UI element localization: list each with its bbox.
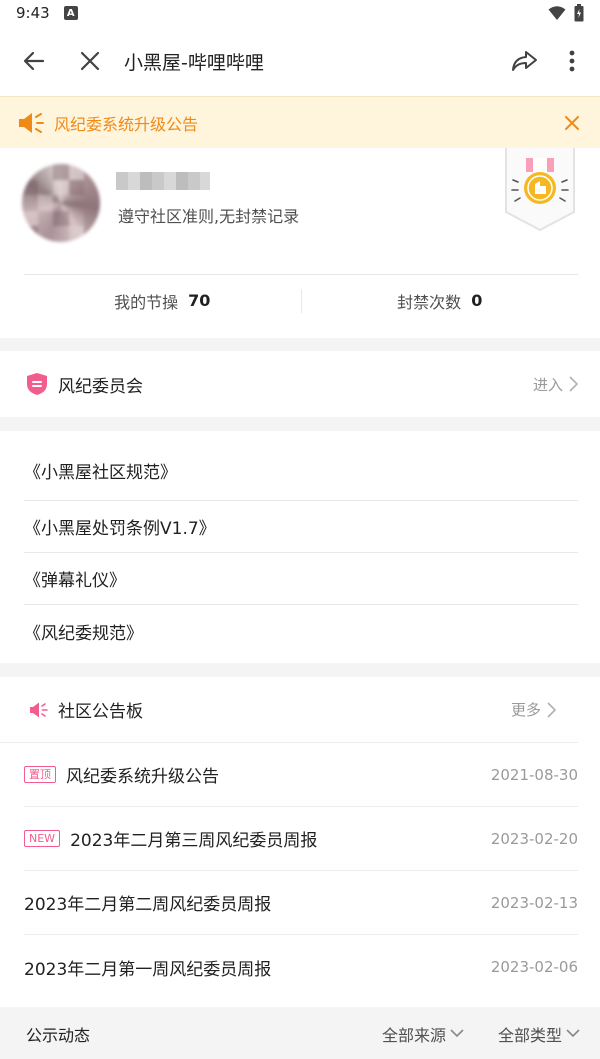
board-list: 置顶 风纪委系统升级公告 2021-08-30 NEW 2023年二月第三周风纪…	[0, 743, 600, 999]
status-icons	[548, 4, 584, 22]
committee-label: 风纪委员会	[58, 376, 143, 397]
announcement-date: 2023-02-06	[490, 958, 578, 976]
announcement-date: 2023-02-13	[490, 893, 578, 912]
pinned-tag: 置顶	[24, 766, 56, 783]
chevron-right-icon	[569, 376, 578, 392]
shield-icon	[27, 373, 47, 395]
notification-icon: A	[63, 6, 78, 20]
announcement-title: 2023年二月第三周风纪委员周报	[70, 831, 318, 851]
rule-item[interactable]: 《弹幕礼仪》	[24, 553, 578, 605]
type-filter-dropdown[interactable]: 全部类型	[498, 1022, 580, 1046]
announcement-item[interactable]: 2023年二月第二周风纪委员周报 2023-02-13	[24, 871, 578, 935]
announcement-date: 2021-08-30	[490, 765, 578, 784]
profile-status-text: 遵守社区准则,无封禁记录	[118, 207, 300, 226]
announcement-item[interactable]: 2023年二月第一周风纪委员周报 2023-02-06	[24, 935, 578, 999]
filter-bar: 公示动态 全部来源 全部类型	[0, 1008, 600, 1059]
close-icon	[80, 51, 100, 71]
more-label: 更多	[510, 701, 541, 719]
stats-row: 我的节操 70 封禁次数 0	[24, 274, 578, 326]
more-link[interactable]: 更多	[511, 699, 556, 720]
close-button[interactable]	[66, 37, 114, 85]
notice-close-button[interactable]	[558, 109, 586, 137]
community-board: 社区公告板 更多 置顶 风纪委系统升级公告 2021-08-30 NEW 202…	[0, 677, 600, 1007]
top-app-bar: 小黑屋-哔哩哔哩	[0, 26, 600, 96]
enter-label: 进入	[532, 375, 563, 394]
avatar[interactable]	[22, 164, 100, 242]
ban-count-stat: 封禁次数 0	[302, 289, 579, 313]
back-button[interactable]	[10, 37, 58, 85]
more-options-button[interactable]	[548, 37, 596, 85]
board-header: 社区公告板 更多	[0, 677, 578, 743]
source-filter-dropdown[interactable]: 全部来源	[382, 1022, 464, 1046]
wifi-icon	[548, 6, 566, 20]
source-filter-label: 全部来源	[381, 1025, 446, 1045]
notice-banner[interactable]: 风纪委系统升级公告	[0, 96, 600, 148]
chevron-down-icon	[566, 1029, 580, 1038]
integrity-value: 70	[188, 291, 211, 310]
status-bar: 9:43 A	[0, 0, 600, 26]
share-icon	[512, 51, 537, 71]
profile-card: 遵守社区准则,无封禁记录 我的节操 70 封禁次数 0	[0, 148, 600, 338]
megaphone-icon	[19, 112, 44, 133]
status-time: 9:43	[16, 4, 50, 22]
committee-entry[interactable]: 风纪委员会 进入	[0, 351, 600, 417]
battery-icon	[574, 4, 584, 22]
announcement-title: 2023年二月第二周风纪委员周报	[24, 895, 272, 915]
announcement-date: 2023-02-20	[490, 829, 578, 848]
announcement-title: 风纪委系统升级公告	[66, 767, 219, 787]
rule-item[interactable]: 《小黑屋社区规范》	[24, 431, 578, 501]
announcement-item[interactable]: NEW 2023年二月第三周风纪委员周报 2023-02-20	[24, 807, 578, 871]
integrity-label: 我的节操	[114, 292, 179, 312]
announcement-title: 2023年二月第一周风纪委员周报	[24, 959, 272, 980]
ban-count-value: 0	[471, 291, 483, 310]
username-redacted	[116, 172, 210, 190]
announcement-item[interactable]: 置顶 风纪委系统升级公告 2021-08-30	[24, 743, 578, 807]
board-title: 社区公告板	[58, 702, 143, 722]
rules-list: 《小黑屋社区规范》 《小黑屋处罚条例V1.7》 《弹幕礼仪》 《风纪委规范》	[0, 431, 600, 663]
chevron-down-icon	[450, 1029, 464, 1038]
new-tag: NEW	[24, 830, 61, 847]
integrity-stat: 我的节操 70	[24, 289, 301, 313]
page-title: 小黑屋-哔哩哔哩	[124, 51, 264, 74]
filter-title: 公示动态	[26, 1025, 91, 1045]
rule-item[interactable]: 《风纪委规范》	[24, 605, 578, 657]
more-vertical-icon	[569, 50, 575, 72]
megaphone-icon	[30, 702, 48, 717]
medal-icon	[505, 148, 575, 232]
back-arrow-icon	[23, 51, 45, 71]
ban-count-label: 封禁次数	[397, 292, 462, 312]
notice-text[interactable]: 风纪委系统升级公告	[54, 111, 198, 135]
chevron-right-icon	[547, 701, 556, 718]
share-button[interactable]	[500, 37, 548, 85]
close-icon	[565, 115, 579, 130]
rule-item[interactable]: 《小黑屋处罚条例V1.7》	[24, 501, 578, 553]
enter-link[interactable]: 进入	[533, 374, 578, 395]
type-filter-label: 全部类型	[497, 1025, 562, 1045]
